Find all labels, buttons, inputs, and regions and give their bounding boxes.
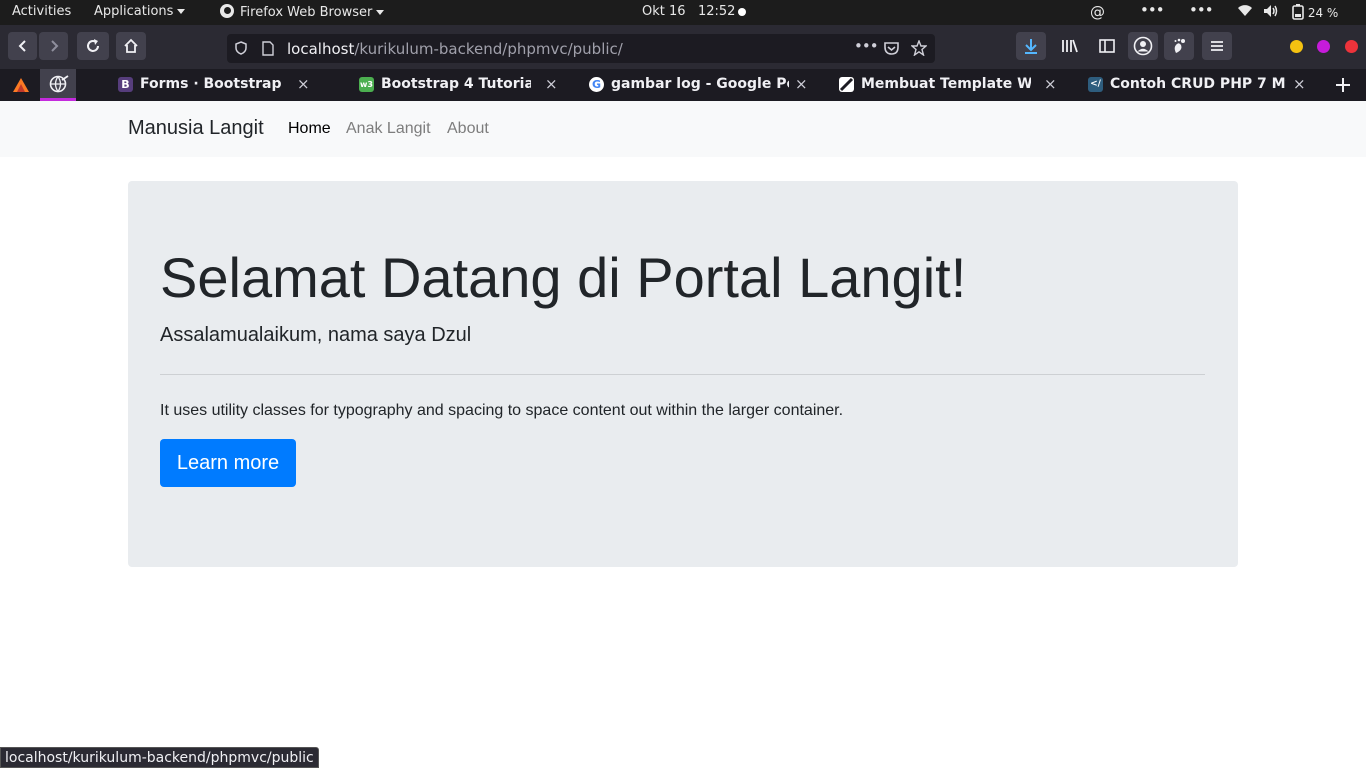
extension-button[interactable] xyxy=(1164,32,1194,60)
tab[interactable]: G gambar log - Google Pene × xyxy=(589,69,814,101)
tab-title: Bootstrap 4 Tutorial xyxy=(381,76,531,92)
address-bar[interactable]: localhost/kurikulum-backend/phpmvc/publi… xyxy=(227,34,935,63)
account-button[interactable] xyxy=(1128,32,1158,60)
jumbotron-lead: Assalamualaikum, nama saya Dzul xyxy=(160,324,472,346)
more-icon[interactable]: ••• xyxy=(1140,1,1165,19)
reload-icon xyxy=(87,39,99,52)
nav-link-anak-langit[interactable]: Anak Langit xyxy=(346,120,431,138)
menu-button[interactable] xyxy=(1202,32,1232,60)
minimize-button[interactable] xyxy=(1290,40,1303,53)
date: Okt 16 xyxy=(642,4,686,19)
pocket-icon[interactable] xyxy=(884,41,899,55)
sidebar-button[interactable] xyxy=(1092,32,1122,60)
back-button[interactable] xyxy=(8,32,37,60)
tab-title: Contoh CRUD PHP 7 MySQ xyxy=(1110,76,1286,92)
battery-icon xyxy=(1292,4,1304,20)
maximize-button[interactable] xyxy=(1317,40,1330,53)
learn-more-button[interactable]: Learn more xyxy=(160,439,296,487)
w3schools-icon: w3 xyxy=(359,77,374,92)
battery-indicator[interactable]: 24 % xyxy=(1292,4,1338,20)
web-page: Manusia Langit Home Anak Langit About Se… xyxy=(0,101,1366,768)
tab[interactable]: Membuat Template Web I × xyxy=(839,69,1064,101)
close-tab-icon[interactable]: × xyxy=(795,75,808,93)
jumbotron-heading: Selamat Datang di Portal Langit! xyxy=(160,246,967,309)
firefox-icon xyxy=(220,4,234,18)
globe-icon xyxy=(49,75,69,93)
more-icon[interactable]: ••• xyxy=(1189,1,1214,19)
reload-button[interactable] xyxy=(77,32,109,60)
google-icon: G xyxy=(589,77,604,92)
app-menu-label: Firefox Web Browser xyxy=(240,5,373,20)
nav-link-about[interactable]: About xyxy=(447,120,489,138)
url-path: /kurikulum-backend/phpmvc/public/ xyxy=(354,40,623,58)
sidebar-icon xyxy=(1099,39,1115,53)
clock[interactable]: Okt 16 12:52 xyxy=(642,4,735,19)
tab[interactable]: B Forms · Bootstrap × xyxy=(118,69,318,101)
tab-title: Membuat Template Web I xyxy=(861,76,1031,92)
close-tab-icon[interactable]: × xyxy=(545,75,558,93)
back-arrow-icon xyxy=(18,40,26,52)
page-icon[interactable] xyxy=(262,41,274,56)
home-icon xyxy=(124,38,138,53)
home-button[interactable] xyxy=(116,32,146,60)
tab[interactable]: </ Contoh CRUD PHP 7 MySQ × xyxy=(1088,69,1313,101)
page-icon xyxy=(839,77,854,92)
library-icon xyxy=(1062,39,1078,53)
jumbotron-text: It uses utility classes for typography a… xyxy=(160,402,844,419)
chevron-down-icon xyxy=(376,10,385,15)
battery-percent: 24 % xyxy=(1307,6,1339,20)
shield-icon[interactable] xyxy=(235,41,247,55)
wifi-icon[interactable] xyxy=(1237,3,1253,21)
library-button[interactable] xyxy=(1055,32,1085,60)
tab[interactable]: w3 Bootstrap 4 Tutorial × xyxy=(359,69,564,101)
close-tab-icon[interactable]: × xyxy=(1293,75,1306,93)
url-host: localhost xyxy=(287,40,355,58)
tab-title: Forms · Bootstrap xyxy=(140,76,282,92)
site-navbar: Manusia Langit Home Anak Langit About xyxy=(0,101,1366,157)
code-icon: </ xyxy=(1088,77,1103,92)
applications-menu[interactable]: Applications xyxy=(94,4,186,19)
at-sign-icon[interactable]: @ xyxy=(1090,3,1105,21)
tab-title: gambar log - Google Pene xyxy=(611,76,789,92)
tab-strip: B Forms · Bootstrap × w3 Bootstrap 4 Tut… xyxy=(0,69,1366,101)
url-text[interactable]: localhost/kurikulum-backend/phpmvc/publi… xyxy=(287,40,623,58)
bootstrap-icon: B xyxy=(118,77,133,92)
forward-button[interactable] xyxy=(39,32,68,60)
gnome-icon xyxy=(1174,38,1185,53)
page-actions-icon[interactable]: ••• xyxy=(854,37,879,55)
downloads-button[interactable] xyxy=(1016,32,1046,60)
account-icon xyxy=(1133,36,1153,56)
nav-link-home[interactable]: Home xyxy=(288,120,331,138)
close-tab-icon[interactable]: × xyxy=(1044,75,1057,93)
plus-icon xyxy=(1336,78,1350,92)
download-icon xyxy=(1025,39,1037,54)
app-menu[interactable]: Firefox Web Browser xyxy=(220,4,385,20)
xampp-icon xyxy=(13,78,29,92)
link-status-bar: localhost/kurikulum-backend/phpmvc/publi… xyxy=(0,747,319,768)
jumbotron: Selamat Datang di Portal Langit! Assalam… xyxy=(128,181,1238,567)
divider xyxy=(160,374,1205,375)
pinned-tab[interactable] xyxy=(3,69,39,101)
close-tab-icon[interactable]: × xyxy=(297,75,310,93)
forward-arrow-icon xyxy=(50,40,58,52)
applications-label: Applications xyxy=(94,4,174,19)
activities-button[interactable]: Activities xyxy=(12,4,71,19)
new-tab-button[interactable] xyxy=(1333,69,1355,101)
volume-icon[interactable] xyxy=(1263,4,1279,22)
pinned-tab-active[interactable] xyxy=(40,69,76,101)
time: 12:52 xyxy=(697,4,736,19)
browser-toolbar: localhost/kurikulum-backend/phpmvc/publi… xyxy=(0,25,1366,69)
hamburger-menu-icon xyxy=(1211,41,1223,51)
chevron-down-icon xyxy=(177,9,186,14)
close-window-button[interactable] xyxy=(1345,40,1358,53)
bookmark-star-icon[interactable] xyxy=(911,40,927,56)
system-top-bar: Activities Applications Firefox Web Brow… xyxy=(0,0,1366,25)
navbar-brand[interactable]: Manusia Langit xyxy=(128,117,264,140)
notification-dot-icon xyxy=(738,8,746,16)
